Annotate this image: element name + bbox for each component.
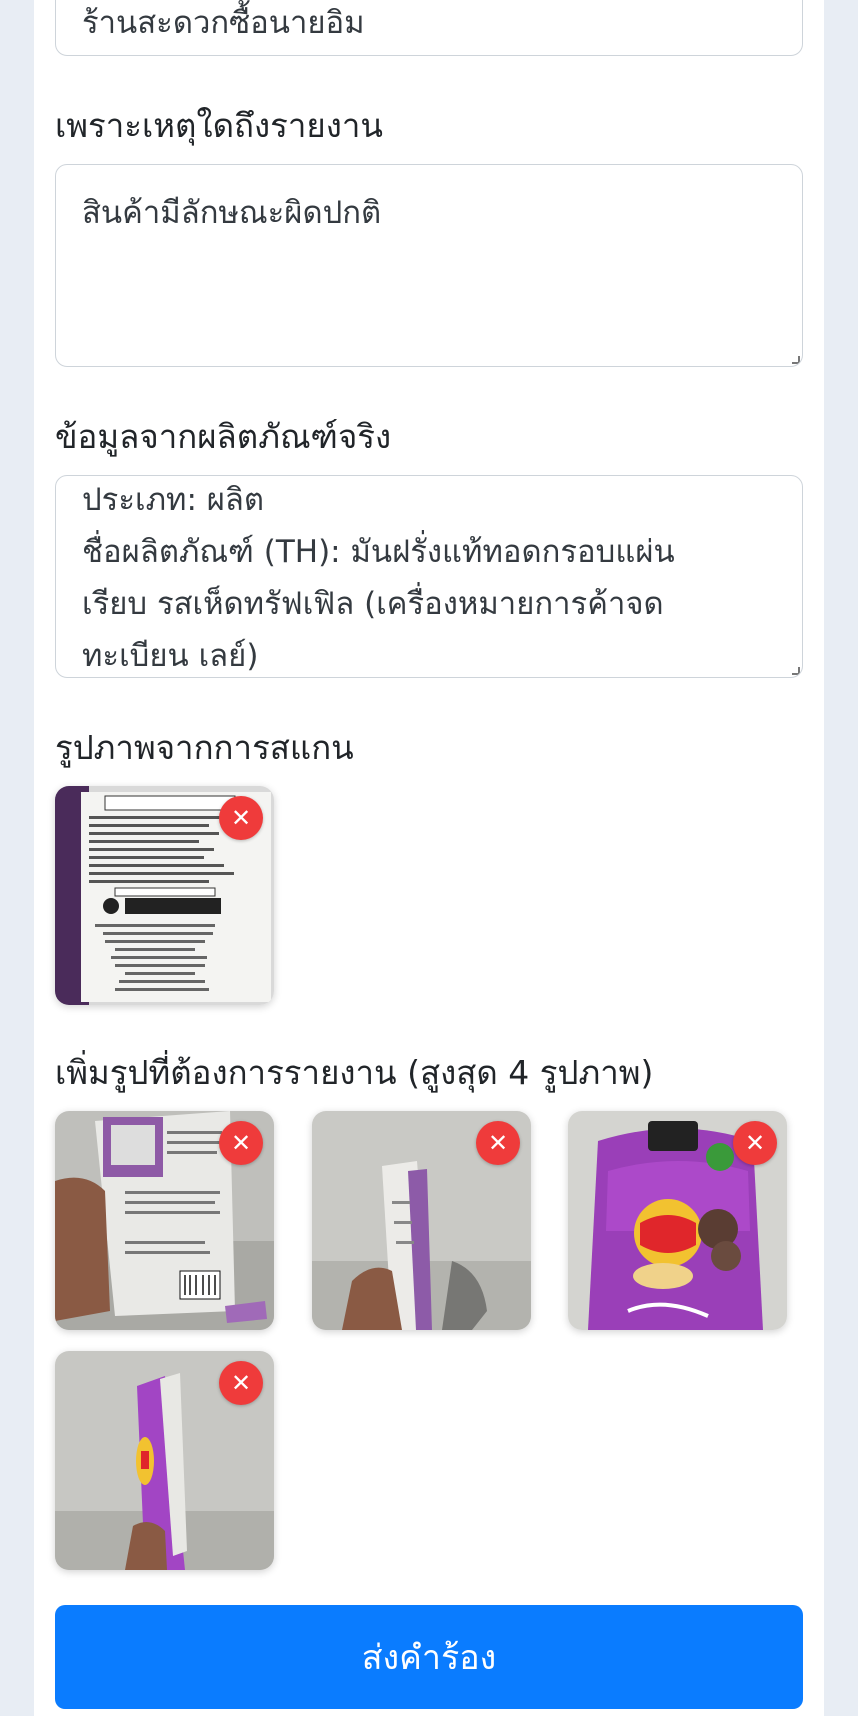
scan-images-label: รูปภาพจากการสแกน [55, 728, 354, 767]
remove-report-image-button[interactable]: ✕ [219, 1121, 263, 1165]
close-icon: ✕ [487, 1129, 509, 1157]
product-info-line: ประเภท: ผลิต [82, 482, 265, 518]
reason-label: เพราะเหตุใดถึงรายงาน [55, 106, 383, 145]
submit-button[interactable]: ส่งคำร้อง [55, 1605, 803, 1709]
report-images-label: เพิ่มรูปที่ต้องการรายงาน (สูงสุด 4 รูปภา… [55, 1053, 654, 1092]
close-icon: ✕ [230, 1129, 252, 1157]
shop-name-value: ร้านสะดวกซื้อนายอิม [82, 5, 365, 41]
remove-report-image-button[interactable]: ✕ [476, 1121, 520, 1165]
product-info-textarea[interactable]: ประเภท: ผลิต ชื่อผลิตภัณฑ์ (TH): มันฝรั่… [55, 475, 803, 678]
product-info-line: เรียบ รสเห็ดทรัฟเฟิล (เครื่องหมายการค้าจ… [82, 586, 664, 622]
close-icon: ✕ [744, 1129, 766, 1157]
remove-report-image-button[interactable]: ✕ [733, 1121, 777, 1165]
product-info-line: ทะเบียน เลย์) [82, 638, 259, 674]
resize-handle[interactable] [792, 356, 800, 364]
shop-name-field[interactable]: ร้านสะดวกซื้อนายอิม [55, 0, 803, 56]
remove-report-image-button[interactable]: ✕ [219, 1361, 263, 1405]
product-info-label: ข้อมูลจากผลิตภัณฑ์จริง [55, 417, 392, 456]
reason-textarea[interactable]: สินค้ามีลักษณะผิดปกติ [55, 164, 803, 367]
resize-handle[interactable] [792, 667, 800, 675]
close-icon: ✕ [230, 804, 252, 832]
close-icon: ✕ [230, 1369, 252, 1397]
product-info-line: ชื่อผลิตภัณฑ์ (TH): มันฝรั่งแท้ทอดกรอบแผ… [82, 534, 675, 570]
submit-label: ส่งคำร้อง [361, 1638, 497, 1678]
reason-value: สินค้ามีลักษณะผิดปกติ [82, 195, 382, 231]
remove-scan-image-button[interactable]: ✕ [219, 796, 263, 840]
